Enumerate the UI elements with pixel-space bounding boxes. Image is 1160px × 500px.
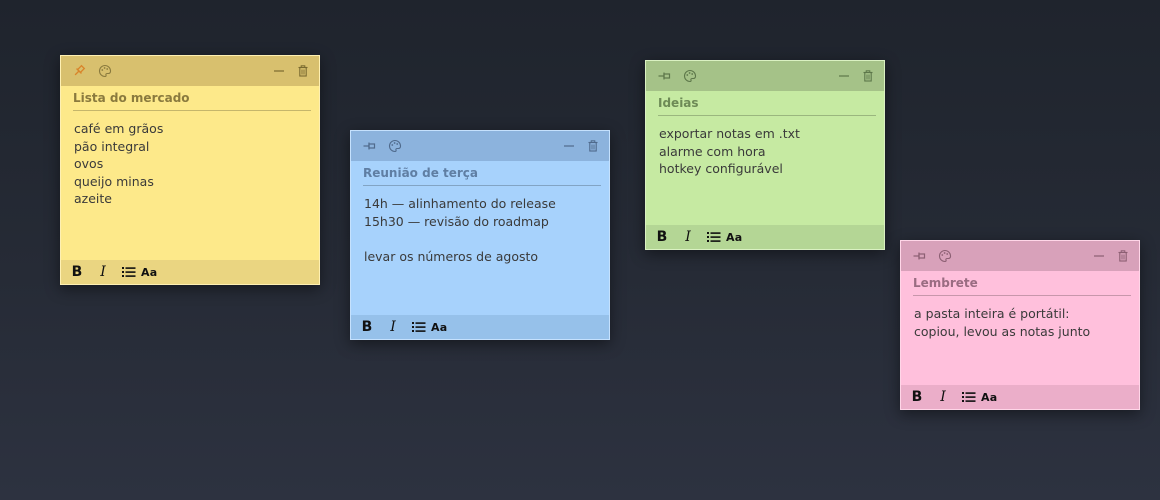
pin-icon[interactable] xyxy=(359,136,379,156)
trash-icon[interactable] xyxy=(583,136,603,156)
minimize-icon[interactable] xyxy=(1089,246,1109,266)
format-toolbar: B I Aa xyxy=(646,225,884,249)
note-title[interactable]: Lembrete xyxy=(913,273,1131,296)
note-titlebar[interactable] xyxy=(646,61,884,91)
bold-button[interactable]: B xyxy=(69,263,85,281)
note-title[interactable]: Ideias xyxy=(658,93,876,116)
palette-icon[interactable] xyxy=(935,246,955,266)
trash-icon[interactable] xyxy=(293,61,313,81)
trash-icon[interactable] xyxy=(858,66,878,86)
list-icon[interactable] xyxy=(961,388,977,406)
minimize-icon[interactable] xyxy=(834,66,854,86)
note-titlebar[interactable] xyxy=(351,131,609,161)
palette-icon[interactable] xyxy=(680,66,700,86)
note-titlebar[interactable] xyxy=(901,241,1139,271)
sticky-note-lista-do-mercado[interactable]: Lista do mercado café em grãos pão integ… xyxy=(60,55,320,285)
list-icon[interactable] xyxy=(706,228,722,246)
format-toolbar: B I Aa xyxy=(61,260,319,284)
italic-button[interactable]: I xyxy=(680,228,696,246)
sticky-note-lembrete[interactable]: Lembrete a pasta inteira é portátil: cop… xyxy=(900,240,1140,410)
note-body[interactable]: a pasta inteira é portátil: copiou, levo… xyxy=(901,296,1139,385)
note-title[interactable]: Lista do mercado xyxy=(73,88,311,111)
minimize-icon[interactable] xyxy=(559,136,579,156)
format-toolbar: B I Aa xyxy=(901,385,1139,409)
bold-button[interactable]: B xyxy=(359,318,375,336)
note-body[interactable]: 14h — alinhamento do release 15h30 — rev… xyxy=(351,186,609,315)
font-size-button[interactable]: Aa xyxy=(141,263,157,281)
bold-button[interactable]: B xyxy=(909,388,925,406)
font-size-button[interactable]: Aa xyxy=(431,318,447,336)
note-titlebar[interactable] xyxy=(61,56,319,86)
note-body[interactable]: exportar notas em .txt alarme com hora h… xyxy=(646,116,884,225)
bold-button[interactable]: B xyxy=(654,228,670,246)
italic-button[interactable]: I xyxy=(95,263,111,281)
note-body[interactable]: café em grãos pão integral ovos queijo m… xyxy=(61,111,319,260)
font-size-button[interactable]: Aa xyxy=(981,388,997,406)
trash-icon[interactable] xyxy=(1113,246,1133,266)
palette-icon[interactable] xyxy=(95,61,115,81)
pin-icon[interactable] xyxy=(909,246,929,266)
italic-button[interactable]: I xyxy=(385,318,401,336)
pin-icon[interactable] xyxy=(654,66,674,86)
list-icon[interactable] xyxy=(121,263,137,281)
sticky-note-reuniao-de-terca[interactable]: Reunião de terça 14h — alinhamento do re… xyxy=(350,130,610,340)
font-size-button[interactable]: Aa xyxy=(726,228,742,246)
palette-icon[interactable] xyxy=(385,136,405,156)
minimize-icon[interactable] xyxy=(269,61,289,81)
format-toolbar: B I Aa xyxy=(351,315,609,339)
italic-button[interactable]: I xyxy=(935,388,951,406)
list-icon[interactable] xyxy=(411,318,427,336)
sticky-note-ideias[interactable]: Ideias exportar notas em .txt alarme com… xyxy=(645,60,885,250)
pin-icon[interactable] xyxy=(69,61,89,81)
note-title[interactable]: Reunião de terça xyxy=(363,163,601,186)
